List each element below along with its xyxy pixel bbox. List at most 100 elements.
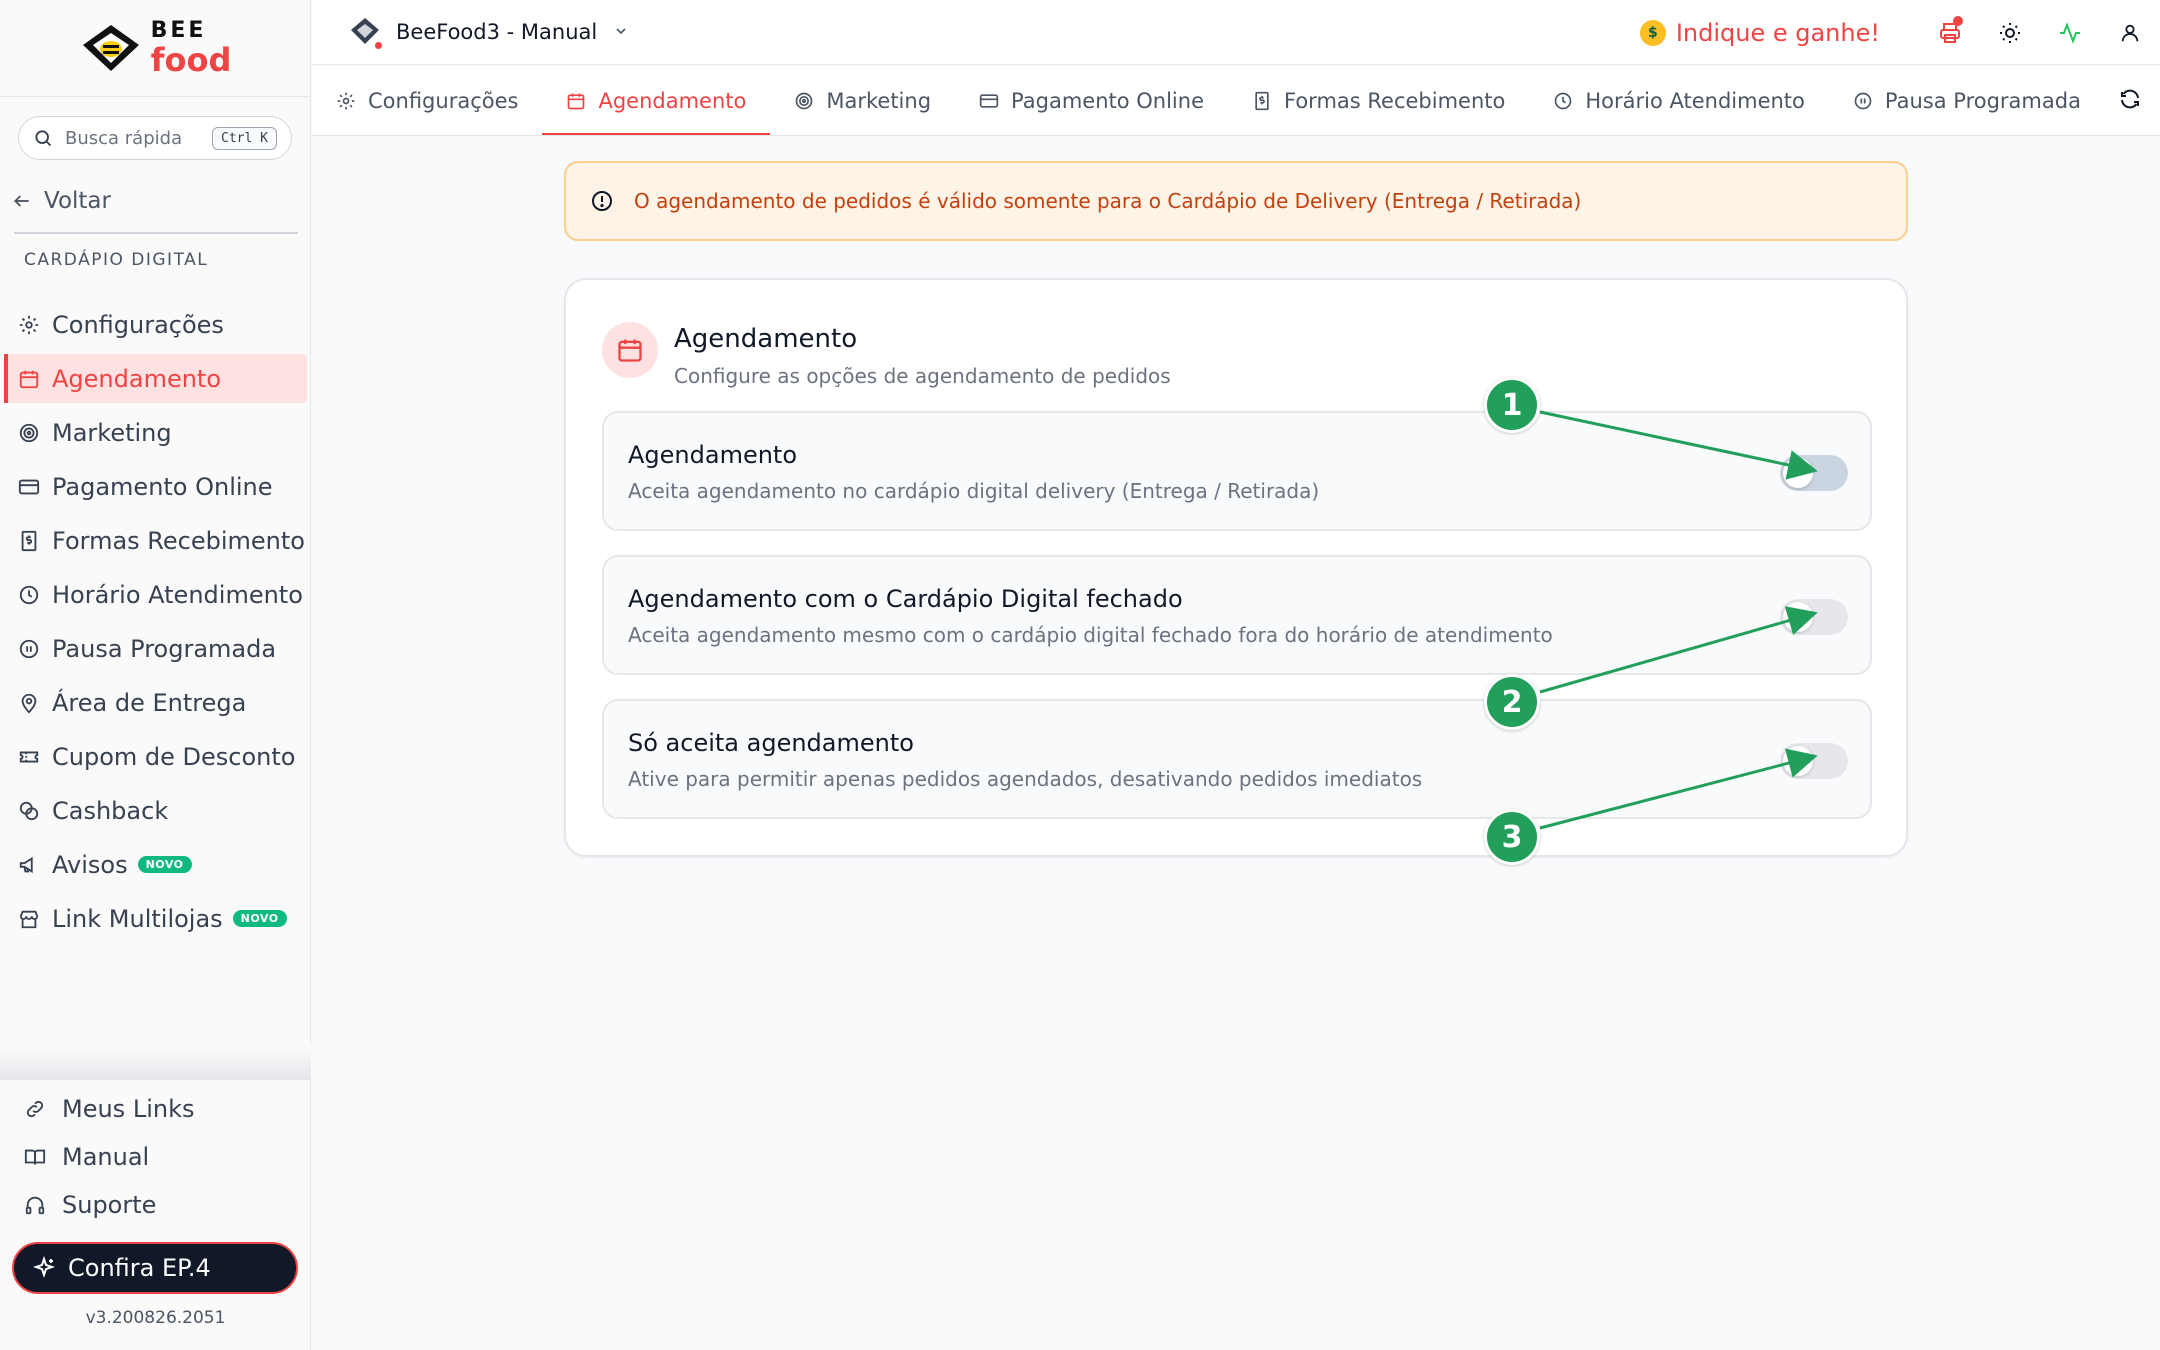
app-version: v3.200826.2051 bbox=[85, 1308, 226, 1328]
referral-link[interactable]: $ Indique e ganhe! bbox=[1639, 18, 1880, 47]
headphones-icon bbox=[22, 1194, 48, 1216]
manual-link[interactable]: Manual bbox=[22, 1133, 194, 1181]
printer-button[interactable] bbox=[1920, 0, 1980, 65]
activity-icon bbox=[2060, 21, 2080, 44]
sidebar-item-agendamento[interactable]: Agendamento bbox=[4, 354, 307, 403]
meus-links-link[interactable]: Meus Links bbox=[22, 1085, 194, 1133]
sidebar-item-pausa-programada[interactable]: Pausa Programada bbox=[4, 624, 307, 673]
tab-configuracoes[interactable]: Configurações bbox=[312, 66, 542, 135]
referral-label: Indique e ganhe! bbox=[1675, 18, 1880, 47]
option-title: Agendamento com o Cardápio Digital fecha… bbox=[628, 585, 1183, 613]
bottom-link-label: Manual bbox=[62, 1143, 150, 1171]
bee-logo-icon bbox=[82, 25, 139, 71]
sidebar-item-cupom-desconto[interactable]: Cupom de Desconto bbox=[4, 732, 307, 781]
refresh-button[interactable] bbox=[2118, 87, 2142, 115]
notification-dot bbox=[1953, 16, 1963, 26]
tab-marketing[interactable]: Marketing bbox=[770, 66, 955, 135]
sparkles-icon bbox=[32, 1256, 56, 1279]
option-agendamento-cardapio-fechado: Agendamento com o Cardápio Digital fecha… bbox=[602, 555, 1872, 675]
sidebar-item-label: Horário Atendimento bbox=[52, 580, 303, 609]
cta-label: Confira EP.4 bbox=[68, 1254, 211, 1282]
link-icon bbox=[22, 1098, 48, 1120]
theme-toggle-button[interactable] bbox=[1980, 0, 2040, 65]
sidebar-item-label: Configurações bbox=[52, 310, 224, 339]
clock-icon bbox=[16, 582, 42, 608]
gear-icon bbox=[336, 91, 356, 111]
card-header: Agendamento Configure as opções de agend… bbox=[602, 322, 1171, 388]
quick-search[interactable]: Busca rápida Ctrl K bbox=[18, 116, 292, 160]
new-badge: NOVO bbox=[232, 910, 287, 927]
store-selector[interactable]: BeeFood3 - Manual bbox=[348, 15, 629, 51]
tab-label: Horário Atendimento bbox=[1585, 88, 1805, 113]
option-title: Agendamento bbox=[628, 441, 798, 469]
option-title: Só aceita agendamento bbox=[628, 729, 914, 757]
annotation-marker-1: 1 bbox=[1484, 377, 1540, 433]
tab-formas-recebimento[interactable]: Formas Recebimento bbox=[1228, 66, 1529, 135]
calendar-icon bbox=[16, 366, 42, 392]
store-name: BeeFood3 - Manual bbox=[396, 20, 598, 44]
calendar-icon bbox=[566, 91, 586, 111]
logo-bottom-text: food bbox=[150, 41, 232, 79]
back-link[interactable]: Voltar bbox=[12, 188, 111, 214]
new-badge: NOVO bbox=[137, 856, 192, 873]
coins-icon bbox=[16, 798, 42, 824]
tab-pausa-programada[interactable]: Pausa Programada bbox=[1829, 66, 2105, 135]
toggle-knob bbox=[1783, 458, 1813, 488]
settings-tabs: Configurações Agendamento Marketing Paga… bbox=[312, 66, 2160, 136]
option-so-aceita-agendamento: Só aceita agendamento Ative para permiti… bbox=[602, 699, 1872, 819]
tab-label: Agendamento bbox=[598, 88, 747, 113]
user-menu-button[interactable] bbox=[2100, 0, 2160, 65]
sidebar-item-label: Pausa Programada bbox=[52, 634, 277, 663]
money-face-icon: $ bbox=[1639, 19, 1666, 46]
toggle-knob bbox=[1783, 602, 1813, 632]
sidebar-item-configuracoes[interactable]: Configurações bbox=[4, 300, 307, 349]
calendar-icon bbox=[602, 322, 658, 378]
sidebar-item-label: Pagamento Online bbox=[52, 472, 273, 501]
sidebar-item-link-multilojas[interactable]: Link Multilojas NOVO bbox=[4, 894, 307, 943]
search-icon bbox=[35, 130, 52, 147]
store-avatar bbox=[348, 15, 384, 51]
activity-button[interactable] bbox=[2040, 0, 2100, 65]
sun-icon bbox=[2000, 22, 2020, 43]
card-subtitle: Configure as opções de agendamento de pe… bbox=[674, 364, 1171, 388]
tab-pagamento-online[interactable]: Pagamento Online bbox=[955, 66, 1228, 135]
agendamento-toggle[interactable] bbox=[1780, 455, 1848, 491]
sidebar-item-horario-atendimento[interactable]: Horário Atendimento bbox=[4, 570, 307, 619]
sidebar-item-pagamento-online[interactable]: Pagamento Online bbox=[4, 462, 307, 511]
logo-wordmark: BEE food bbox=[150, 18, 232, 79]
user-icon bbox=[2121, 24, 2139, 41]
section-label: CARDÁPIO DIGITAL bbox=[24, 250, 209, 270]
suporte-link[interactable]: Suporte bbox=[22, 1181, 194, 1229]
annotation-marker-2: 2 bbox=[1484, 674, 1540, 730]
tabs-overflow bbox=[2080, 66, 2160, 135]
sidebar-item-label: Cupom de Desconto bbox=[52, 742, 296, 771]
sidebar-item-formas-recebimento[interactable]: Formas Recebimento bbox=[4, 516, 307, 565]
bottom-link-label: Suporte bbox=[62, 1191, 157, 1219]
refresh-icon bbox=[2121, 89, 2139, 109]
sidebar-item-marketing[interactable]: Marketing bbox=[4, 408, 307, 457]
tab-horario-atendimento[interactable]: Horário Atendimento bbox=[1529, 66, 1829, 135]
brand-logo[interactable]: BEE food bbox=[0, 0, 310, 97]
map-pin-icon bbox=[16, 690, 42, 716]
sidebar-item-avisos[interactable]: Avisos NOVO bbox=[4, 840, 307, 889]
logo-top-text: BEE bbox=[150, 18, 207, 43]
option-description: Aceita agendamento mesmo com o cardápio … bbox=[628, 623, 1553, 647]
sidebar-item-label: Área de Entrega bbox=[52, 688, 247, 717]
sidebar-item-label: Marketing bbox=[52, 418, 172, 447]
sidebar-item-area-entrega[interactable]: Área de Entrega bbox=[4, 678, 307, 727]
bottom-link-label: Meus Links bbox=[62, 1095, 195, 1123]
top-actions: $ Indique e ganhe! bbox=[1639, 0, 2160, 65]
pause-icon bbox=[1853, 91, 1873, 111]
confira-ep-button[interactable]: Confira EP.4 bbox=[12, 1242, 298, 1294]
sidebar-item-cashback[interactable]: Cashback bbox=[4, 786, 307, 835]
scheduling-info-alert: O agendamento de pedidos é válido soment… bbox=[564, 161, 1908, 241]
tab-agendamento[interactable]: Agendamento bbox=[542, 66, 771, 135]
sidebar-bottom-links: Meus Links Manual Suporte bbox=[22, 1085, 194, 1229]
agendamento-fechado-toggle[interactable] bbox=[1780, 599, 1848, 635]
tab-label: Pausa Programada bbox=[1884, 88, 2081, 113]
target-icon bbox=[16, 420, 42, 446]
so-aceita-agendamento-toggle[interactable] bbox=[1780, 743, 1848, 779]
tab-label: Formas Recebimento bbox=[1284, 88, 1506, 113]
pause-icon bbox=[16, 636, 42, 662]
tab-label: Pagamento Online bbox=[1011, 88, 1204, 113]
